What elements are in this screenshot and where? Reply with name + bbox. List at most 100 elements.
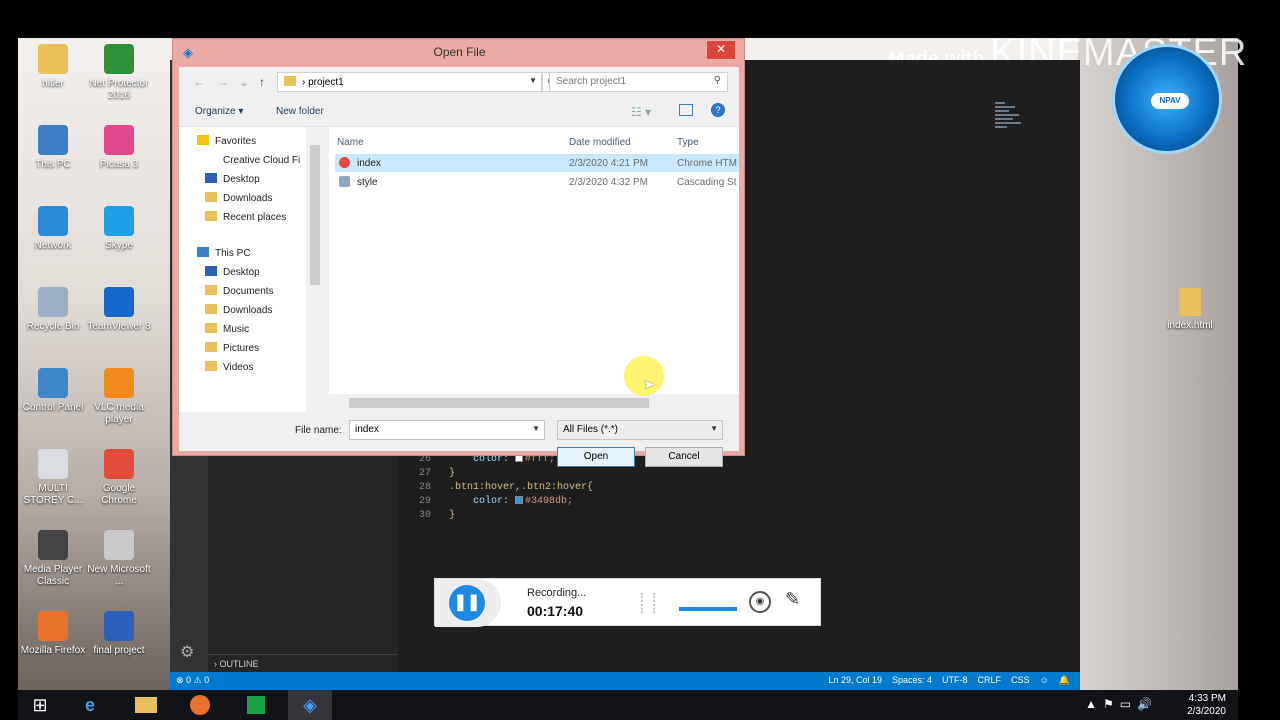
horizontal-scrollbar[interactable] (329, 394, 739, 412)
desktop-icon[interactable]: final project (84, 611, 154, 657)
search-input[interactable]: Search project1 ⚲ (549, 72, 728, 92)
desktop-icon[interactable]: Media Player Classic (18, 530, 88, 588)
taskbar-firefox[interactable] (178, 690, 222, 720)
nav-item[interactable]: Music (205, 323, 249, 335)
code-line: 28 .btn1:hover,.btn2:hover{ (405, 481, 593, 495)
nav-item[interactable]: Desktop (205, 266, 260, 278)
open-button[interactable]: Open (557, 447, 635, 467)
desktop-icon[interactable]: Control Panel (18, 368, 88, 414)
desktop-icon-label: final project (93, 645, 145, 656)
close-button[interactable]: ✕ (707, 41, 735, 59)
drag-handle[interactable] (641, 593, 655, 613)
app-icon (104, 206, 134, 236)
recording-status: Recording... (527, 587, 587, 599)
file-type-select[interactable]: All Files (*.*) ▼ (557, 420, 723, 440)
clock[interactable]: 4:33 PM 2/3/2020 (1187, 692, 1226, 718)
desktop-icon[interactable]: Google Chrome (84, 449, 154, 507)
taskbar-explorer[interactable] (124, 690, 168, 720)
desktop-icon[interactable]: Recycle Bin (18, 287, 88, 333)
nav-this-pc[interactable]: This PC (197, 247, 251, 259)
minimap[interactable] (995, 100, 1025, 160)
forward-arrow-icon[interactable]: → (217, 75, 229, 89)
file-name-input[interactable]: index ▼ (349, 420, 545, 440)
desktop-icon[interactable]: Skype (84, 206, 154, 252)
chevron-down-icon[interactable]: ▼ (529, 76, 537, 85)
taskbar-vscode[interactable]: ◈ (288, 690, 332, 720)
line-number: 27 (418, 468, 431, 479)
folder-icon (205, 285, 217, 295)
nav-item[interactable]: Downloads (205, 304, 272, 316)
new-folder-button[interactable]: New folder (276, 106, 324, 117)
desktop-icon-label: Net Protector 2016 (89, 78, 149, 101)
desktop-icon[interactable]: VLC media player (84, 368, 154, 426)
pause-button[interactable]: ❚❚ (449, 585, 485, 621)
open-file-dialog: Open File ◈ ✕ ← → ⌄ ↑ › project1▼ ⟳ Sear… (172, 38, 745, 467)
taskbar-store[interactable] (234, 690, 278, 720)
back-arrow-icon[interactable]: ← (193, 75, 205, 89)
desktop-icon[interactable]: This PC (18, 125, 88, 171)
status-item[interactable]: ☺ (1040, 675, 1049, 685)
nav-item[interactable]: Videos (205, 361, 253, 373)
desktop-icon[interactable]: Mozilla Firefox (18, 611, 88, 657)
nav-item[interactable]: Desktop (205, 173, 260, 185)
nav-item-label: Music (223, 324, 250, 335)
file-row[interactable]: style 2/3/2020 4:32 PM Cascading St (335, 173, 739, 191)
nav-scrollbar[interactable] (306, 127, 324, 412)
cancel-button[interactable]: Cancel (645, 447, 723, 467)
folder-icon (205, 211, 217, 221)
status-item[interactable]: CRLF (978, 675, 1002, 685)
desktop-folder-index[interactable]: index.html (1160, 288, 1220, 331)
nav-item[interactable]: Pictures (205, 342, 259, 354)
address-box[interactable]: › project1 ▼ (277, 72, 542, 92)
nav-item[interactable]: Recent places (205, 211, 286, 223)
column-date-modified[interactable]: Date modified (569, 137, 631, 148)
column-name[interactable]: Name (337, 137, 364, 148)
antivirus-widget[interactable]: NPAV (1112, 44, 1222, 154)
desktop-icon[interactable]: New Microsoft ... (84, 530, 154, 588)
nav-item[interactable]: Creative Cloud Fi (205, 154, 300, 166)
help-icon[interactable]: ? (711, 103, 725, 117)
desktop-icon[interactable]: Network (18, 206, 88, 252)
file-date: 2/3/2020 4:21 PM (569, 158, 648, 169)
taskbar-ie[interactable]: e (68, 690, 112, 720)
volume-slider[interactable] (679, 607, 737, 611)
nav-favorites[interactable]: Favorites (197, 135, 256, 147)
pen-icon[interactable]: ✎ (785, 589, 800, 610)
column-type[interactable]: Type (677, 137, 699, 148)
status-item[interactable]: CSS (1011, 675, 1030, 685)
status-item[interactable]: Ln 29, Col 19 (828, 675, 882, 685)
app-icon (38, 206, 68, 236)
desktop-icon[interactable]: Picasa 3 (84, 125, 154, 171)
status-item[interactable]: 🔔 (1059, 675, 1070, 685)
view-options-icon[interactable]: ☷ ▾ (631, 105, 651, 119)
folder-icon (205, 323, 217, 333)
color-swatch[interactable] (515, 496, 524, 504)
status-item[interactable]: Spaces: 4 (892, 675, 932, 685)
desktop-icon[interactable]: MULTI STOREY C... (18, 449, 88, 507)
app-icon (104, 44, 134, 74)
system-tray[interactable]: ▲⚑▭🔊 (1085, 697, 1158, 711)
nav-item[interactable]: Downloads (205, 192, 272, 204)
up-arrow-icon[interactable]: ↑ (259, 75, 265, 89)
chevron-down-icon[interactable]: ▼ (532, 424, 540, 433)
chevron-down-icon[interactable]: ▼ (710, 424, 718, 433)
status-item[interactable]: UTF-8 (942, 675, 968, 685)
start-button[interactable]: ⊞ (18, 690, 62, 720)
clock-time: 4:33 PM (1188, 693, 1226, 704)
folder-icon (205, 361, 217, 371)
webcam-icon[interactable]: ◉ (749, 591, 771, 613)
outline-section[interactable]: › OUTLINE (208, 654, 398, 672)
gear-icon[interactable]: ⚙ (180, 642, 194, 662)
nav-item[interactable]: Documents (205, 285, 274, 297)
preview-pane-icon[interactable] (679, 104, 693, 116)
desktop-icon[interactable]: hitler (18, 44, 88, 90)
firefox-icon (190, 695, 210, 715)
chevron-down-icon[interactable]: ⌄ (239, 75, 249, 89)
address-text: project1 (308, 77, 344, 88)
file-row[interactable]: index 2/3/2020 4:21 PM Chrome HTM (335, 154, 739, 172)
problems-count[interactable]: ⊗ 0 ⚠ 0 (176, 675, 209, 685)
desktop-icon[interactable]: Net Protector 2016 (84, 44, 154, 102)
desktop-icon[interactable]: TeamViewer 8 (84, 287, 154, 333)
organize-button[interactable]: Organize ▾ (195, 106, 243, 117)
app-icon (104, 125, 134, 155)
